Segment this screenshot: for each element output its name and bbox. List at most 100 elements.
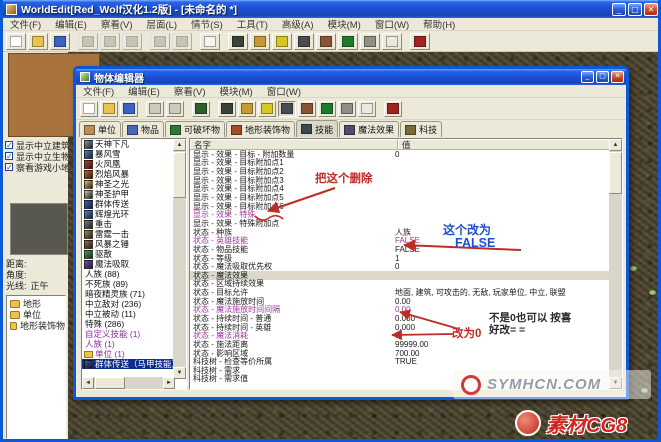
- menu-item[interactable]: 窗口(W): [260, 84, 308, 98]
- tree-horizontal-scrollbar[interactable]: ◄ ►: [82, 377, 175, 389]
- unit-editor-button[interactable]: [278, 101, 296, 117]
- menu-item[interactable]: 文件(F): [3, 17, 48, 31]
- tree-item-selected[interactable]: 群体传送（马甲技能）: [82, 359, 173, 369]
- scroll-left-icon[interactable]: ◄: [82, 377, 94, 389]
- menu-item[interactable]: 察看(V): [167, 84, 213, 98]
- display-values-button[interactable]: [192, 101, 210, 117]
- tree-item[interactable]: 风暴之锤: [82, 239, 173, 249]
- tab-魔法效果[interactable]: 魔法效果: [339, 121, 399, 137]
- menu-item[interactable]: 高级(A): [275, 17, 321, 31]
- tree-item[interactable]: 雷霆一击: [82, 229, 173, 239]
- camera-editor-button[interactable]: [298, 101, 316, 117]
- menu-item[interactable]: 情节(S): [184, 17, 230, 31]
- test-map-button[interactable]: [410, 33, 430, 50]
- save-button[interactable]: [120, 101, 138, 117]
- menu-item[interactable]: 编辑(E): [48, 17, 94, 31]
- trigger-editor-button[interactable]: [358, 101, 376, 117]
- tree-item[interactable]: 神圣之光: [82, 179, 173, 189]
- open-map-button[interactable]: [28, 33, 48, 50]
- tree-item[interactable]: 暴风雪: [82, 149, 173, 159]
- tab-科技[interactable]: 科技: [400, 121, 442, 137]
- unit-editor-button[interactable]: [294, 33, 314, 50]
- region-editor-button[interactable]: [318, 101, 336, 117]
- dialog-titlebar[interactable]: 物体编辑器 _ ▢ ✕: [76, 69, 626, 85]
- maximize-icon[interactable]: ▢: [628, 3, 642, 16]
- selection-marquee-button[interactable]: [200, 33, 220, 50]
- tree-item[interactable]: 魔法吸取: [82, 259, 173, 269]
- tree-category[interactable]: 人族 (88): [82, 269, 173, 279]
- tree-item[interactable]: 火凤凰: [82, 159, 173, 169]
- new-map-button[interactable]: [6, 33, 26, 50]
- tree-item[interactable]: 重击: [82, 219, 173, 229]
- tree-item[interactable]: 群体传送: [82, 199, 173, 209]
- menu-item[interactable]: 窗口(W): [368, 17, 416, 31]
- tree-item[interactable]: 烈焰风暴: [82, 169, 173, 179]
- tree-vertical-scrollbar[interactable]: ▲ ▼: [173, 139, 186, 379]
- region-editor-button[interactable]: [338, 33, 358, 50]
- camera-editor-button[interactable]: [316, 33, 336, 50]
- tree-item[interactable]: 神圣护甲: [82, 189, 173, 199]
- save-map-button[interactable]: [50, 33, 70, 50]
- list-header[interactable]: 名字 值: [190, 139, 622, 150]
- menu-item[interactable]: 察看(V): [94, 17, 140, 31]
- tree-item-label: 风暴之锤: [95, 239, 129, 249]
- main-titlebar[interactable]: WorldEdit[Red_Wolf汉化1.2版] - [未命名的 *] _ ▢…: [0, 0, 661, 18]
- paste-object-button[interactable]: [166, 101, 184, 117]
- tab-地形装饰物[interactable]: 地形装饰物: [226, 121, 295, 137]
- checkbox-checked-icon[interactable]: ✓: [5, 141, 13, 149]
- scroll-thumb[interactable]: [609, 152, 622, 194]
- sidebar-checkbox[interactable]: ✓察看游戏小地图: [3, 162, 68, 173]
- tree-category[interactable]: 单位 (1): [82, 349, 173, 359]
- minimize-icon[interactable]: _: [612, 3, 626, 16]
- column-name[interactable]: 名字: [190, 139, 398, 149]
- tree-category[interactable]: 中立被动 (11): [82, 309, 173, 319]
- copy-object-button[interactable]: [146, 101, 164, 117]
- palette-item-地形装饰物[interactable]: 地形装饰物: [7, 320, 65, 331]
- tree-category[interactable]: 中立敌对 (236): [82, 299, 173, 309]
- list-vertical-scrollbar[interactable]: ▲ ▼: [609, 139, 622, 389]
- terrain-editor-button[interactable]: [218, 101, 236, 117]
- tree-category[interactable]: 暗夜精灵族 (71): [82, 289, 173, 299]
- close-icon[interactable]: ✕: [644, 3, 658, 16]
- scroll-up-icon[interactable]: ▲: [173, 139, 186, 151]
- new-object-button[interactable]: [80, 101, 98, 117]
- tab-技能[interactable]: 技能: [296, 120, 338, 137]
- dialog-maximize-icon[interactable]: ▢: [596, 71, 609, 83]
- menu-item[interactable]: 文件(F): [76, 84, 121, 98]
- scroll-up-icon[interactable]: ▲: [609, 139, 622, 151]
- pathing-view-button[interactable]: [360, 33, 380, 50]
- menu-item[interactable]: 模块(M): [321, 17, 368, 31]
- open-button[interactable]: [100, 101, 118, 117]
- scroll-thumb[interactable]: [95, 377, 125, 389]
- tree-item[interactable]: 天神下凡: [82, 139, 173, 149]
- tab-单位[interactable]: 单位: [79, 121, 121, 137]
- doodad-editor-button[interactable]: [238, 101, 256, 117]
- column-value[interactable]: 值: [398, 139, 622, 149]
- tree-item[interactable]: 驱散: [82, 249, 173, 259]
- doodad-editor-button[interactable]: [250, 33, 270, 50]
- menu-item[interactable]: 层面(L): [139, 17, 184, 31]
- tree-category[interactable]: 不死族 (89): [82, 279, 173, 289]
- checkbox-checked-icon[interactable]: ✓: [5, 163, 13, 171]
- tree-item[interactable]: 辉煌光环: [82, 209, 173, 219]
- menu-item[interactable]: 模块(M): [212, 84, 259, 98]
- pathing-view-button[interactable]: [338, 101, 356, 117]
- dialog-close-icon[interactable]: ✕: [611, 71, 624, 83]
- tree-category[interactable]: 特殊 (286): [82, 319, 173, 329]
- tree-category[interactable]: 自定义技能 (1): [82, 329, 173, 339]
- tab-物品[interactable]: 物品: [122, 121, 164, 137]
- sound-editor-button[interactable]: [258, 101, 276, 117]
- sound-editor-button[interactable]: [272, 33, 292, 50]
- menu-item[interactable]: 帮助(H): [416, 17, 462, 31]
- tree-category[interactable]: 人族 (1): [82, 339, 173, 349]
- dialog-minimize-icon[interactable]: _: [581, 71, 594, 83]
- menu-item[interactable]: 工具(T): [230, 17, 275, 31]
- terrain-editor-button[interactable]: [228, 33, 248, 50]
- test-map-button[interactable]: [384, 101, 402, 117]
- menu-item[interactable]: 编辑(E): [121, 84, 167, 98]
- scroll-right-icon[interactable]: ►: [163, 377, 175, 389]
- trigger-editor-button[interactable]: [382, 33, 402, 50]
- scroll-thumb[interactable]: [173, 152, 186, 198]
- checkbox-checked-icon[interactable]: ✓: [5, 152, 13, 160]
- tab-可破坏物[interactable]: 可破坏物: [165, 121, 225, 137]
